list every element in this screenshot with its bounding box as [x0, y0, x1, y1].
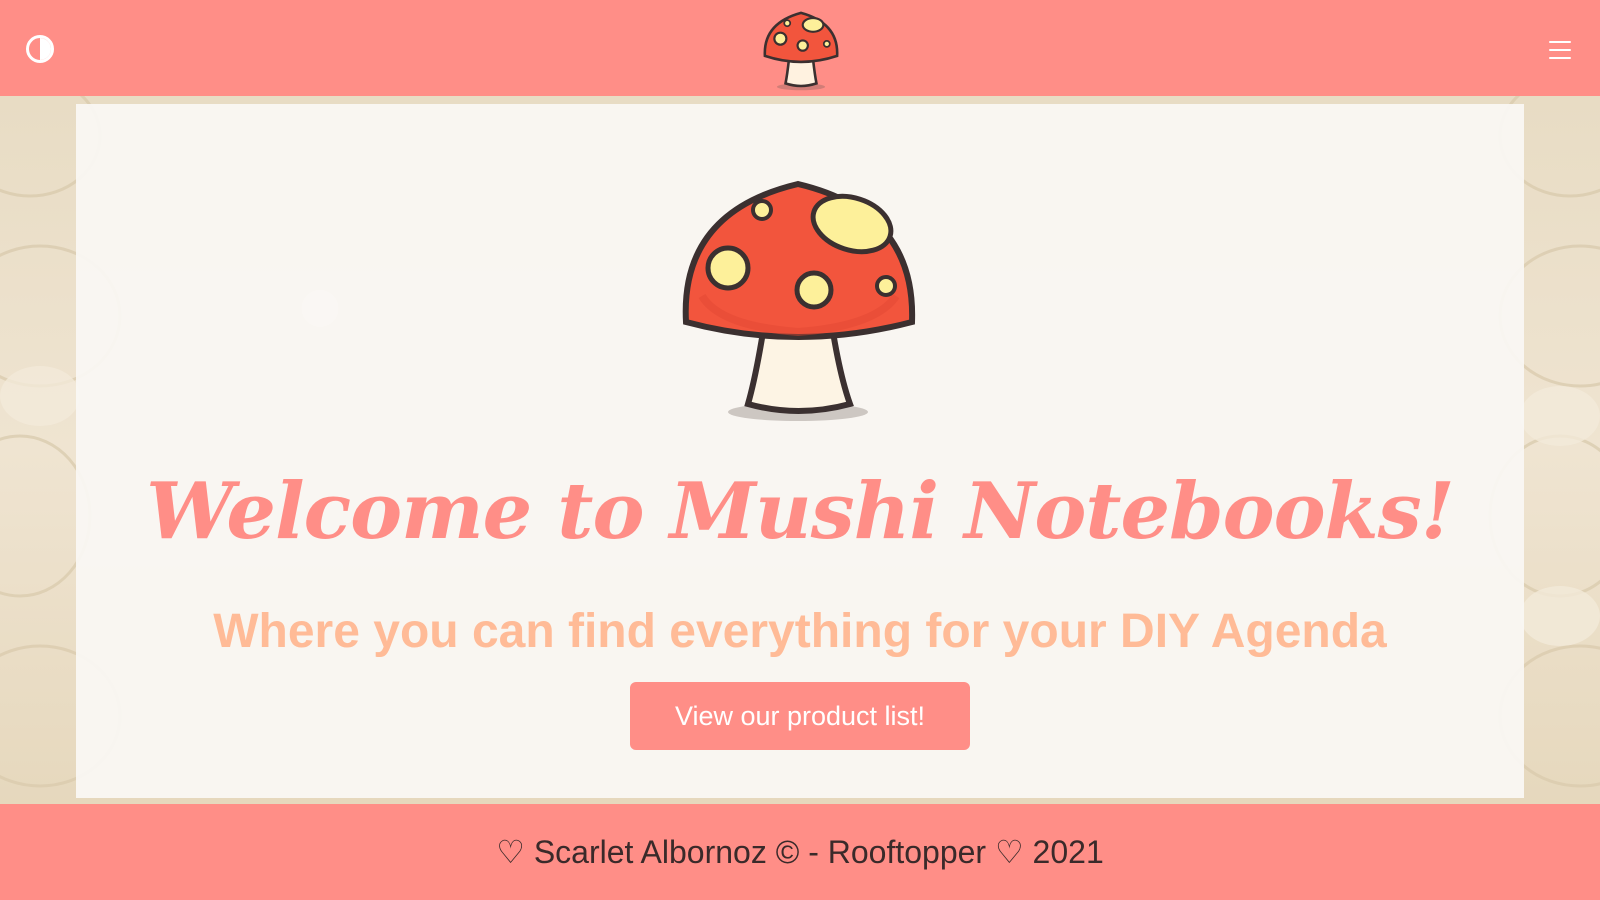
hamburger-menu-icon[interactable] [1549, 41, 1571, 61]
top-navbar [0, 0, 1600, 96]
mushroom-logo-icon[interactable] [758, 6, 844, 92]
page-subtitle: Where you can find everything for your D… [213, 605, 1387, 658]
hero-panel: Welcome to Mushi Notebooks! Where you ca… [76, 104, 1524, 798]
view-products-button[interactable]: View our product list! [630, 682, 970, 750]
footer: ♡ Scarlet Albornoz © - Rooftopper ♡ 2021 [0, 804, 1600, 900]
page-title: Welcome to Mushi Notebooks! [146, 466, 1455, 557]
contrast-icon[interactable] [26, 35, 54, 63]
footer-credits: ♡ Scarlet Albornoz © - Rooftopper ♡ 2021 [496, 834, 1104, 870]
mushroom-icon [682, 180, 916, 421]
